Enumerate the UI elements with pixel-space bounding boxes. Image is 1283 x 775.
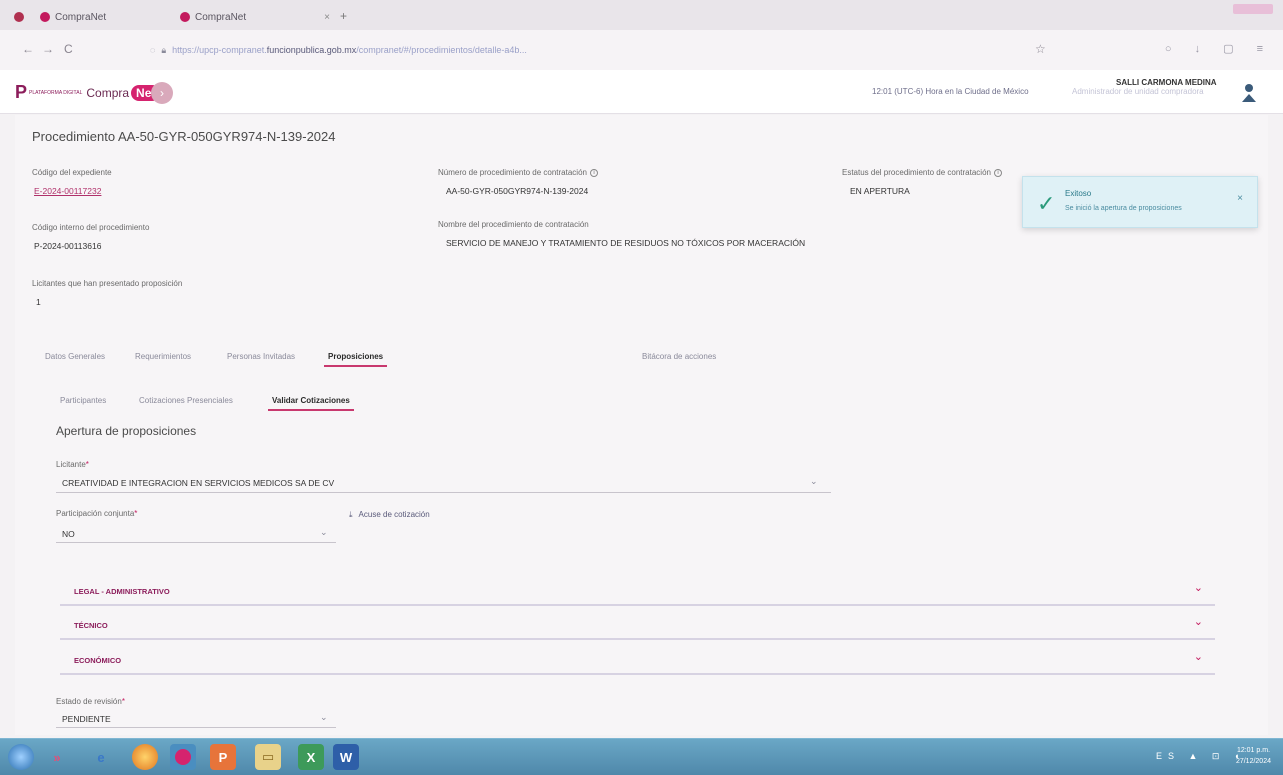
url-host: funcionpublica.gob.mx bbox=[266, 45, 357, 55]
chevron-down-icon: ⌄ bbox=[1193, 582, 1203, 594]
windows-taskbar: » e P ▭ X W ES ▲ ⊡ ◖ 12:01 p.m. 27/12/20… bbox=[0, 738, 1283, 775]
estatus-value: EN APERTURA bbox=[850, 186, 910, 196]
numero-procedimiento-value: AA-50-GYR-050GYR974-N-139-2024 bbox=[446, 186, 589, 196]
page-title: Procedimiento AA-50-GYR-050GYR974-N-139-… bbox=[32, 129, 336, 144]
address-bar[interactable]: ◌ 🔒︎ https://upcp-compranet. funcionpubl… bbox=[150, 40, 1030, 60]
compranet-favicon bbox=[180, 12, 190, 22]
participacion-label: Participación conjunta* bbox=[56, 509, 138, 518]
lock-icon: 🔒︎ bbox=[161, 44, 167, 55]
user-role: Administrador de unidad compradora bbox=[1072, 87, 1204, 96]
tab-proposiciones[interactable]: Proposiciones bbox=[323, 352, 388, 367]
excel-icon[interactable]: X bbox=[298, 744, 324, 770]
apertura-title: Apertura de proposiciones bbox=[56, 424, 197, 438]
folder-icon[interactable]: ▭ bbox=[255, 744, 281, 770]
browser-tabstrip: CompraNet × CompraNet × + bbox=[0, 0, 1283, 30]
browser-navbar: ← → C ◌ 🔒︎ https://upcp-compranet. funci… bbox=[0, 30, 1283, 70]
start-button-icon[interactable] bbox=[8, 744, 34, 770]
word-icon[interactable]: W bbox=[333, 744, 359, 770]
window-controls[interactable] bbox=[1233, 4, 1273, 14]
user-avatar-icon[interactable] bbox=[1240, 82, 1258, 104]
success-toast: ✓ Exitoso Se inició la apertura de propo… bbox=[1022, 176, 1258, 228]
toast-message: Se inició la apertura de proposiciones bbox=[1065, 205, 1182, 212]
tab-requerimientos[interactable]: Requerimientos bbox=[135, 352, 191, 361]
licitantes-value: 1 bbox=[36, 297, 41, 307]
powerpoint-icon[interactable]: P bbox=[210, 744, 236, 770]
chevron-down-icon: ⌄ bbox=[1193, 651, 1203, 663]
participacion-underline bbox=[56, 542, 336, 543]
url-suffix: /compranet/#/procedimientos/detalle-a4b.… bbox=[356, 45, 527, 55]
chrome-icon[interactable] bbox=[132, 744, 158, 770]
compranet-favicon bbox=[40, 12, 50, 22]
system-tray[interactable]: ES ▲ ⊡ ◖ bbox=[1156, 751, 1245, 762]
tab-label: CompraNet bbox=[195, 11, 247, 23]
chevron-down-icon: ⌄ bbox=[1193, 616, 1203, 628]
back-button[interactable]: ← bbox=[22, 42, 34, 56]
firefox-icon bbox=[14, 6, 30, 28]
nombre-procedimiento-label: Nombre del procedimiento de contratación bbox=[438, 220, 589, 229]
check-icon: ✓ bbox=[1037, 191, 1056, 216]
tab-personas-invitadas[interactable]: Personas Invitadas bbox=[227, 352, 295, 361]
chevron-down-icon[interactable]: ⌄ bbox=[320, 712, 328, 723]
app-header: P PLATAFORMA DIGITAL Compra Net › 12:01 … bbox=[0, 70, 1283, 114]
accordion-legal-administrativo[interactable]: LEGAL - ADMINISTRATIVO ⌄ bbox=[60, 576, 1215, 606]
browser-tab-1[interactable]: CompraNet × bbox=[40, 6, 190, 28]
menu-toggle-button[interactable]: › bbox=[151, 82, 173, 104]
toast-title: Exitoso bbox=[1065, 189, 1092, 198]
reload-button[interactable]: C bbox=[64, 42, 73, 56]
browser-tab-2[interactable]: CompraNet × bbox=[180, 6, 330, 28]
estado-underline bbox=[56, 727, 336, 728]
compranet-logo[interactable]: P PLATAFORMA DIGITAL Compra Net bbox=[15, 82, 161, 103]
subtab-validar-cotizaciones[interactable]: Validar Cotizaciones bbox=[268, 396, 354, 411]
licitantes-label: Licitantes que han presentado proposició… bbox=[32, 279, 183, 288]
tab-bitacora[interactable]: Bitácora de acciones bbox=[642, 352, 716, 361]
taskbar-clock[interactable]: 12:01 p.m. 27/12/2024 bbox=[1236, 745, 1271, 767]
close-icon[interactable]: × bbox=[1237, 193, 1243, 204]
chevron-down-icon[interactable]: ⌄ bbox=[320, 527, 328, 538]
server-clock: 12:01 (UTC-6) Hora en la Ciudad de Méxic… bbox=[872, 87, 1029, 96]
acuse-cotizacion-link[interactable]: ⤓ Acuse de cotización bbox=[349, 510, 430, 520]
estatus-label: Estatus del procedimiento de contratació… bbox=[842, 168, 1002, 177]
user-name[interactable]: SALLI CARMONA MEDINA bbox=[1116, 78, 1217, 87]
licitante-underline bbox=[56, 492, 831, 493]
close-tab-icon[interactable]: × bbox=[324, 12, 330, 23]
shield-icon: ◌ bbox=[150, 45, 156, 55]
codigo-interno-value: P-2024-00113616 bbox=[34, 241, 102, 251]
tab-datos-generales[interactable]: Datos Generales bbox=[45, 352, 105, 361]
licitante-select[interactable]: CREATIVIDAD E INTEGRACION EN SERVICIOS M… bbox=[62, 478, 334, 488]
bookmark-star-icon[interactable]: ☆ bbox=[1035, 42, 1046, 56]
accordion-tecnico[interactable]: TÉCNICO ⌄ bbox=[60, 610, 1215, 640]
numero-procedimiento-label: Número de procedimiento de contratación i bbox=[438, 168, 598, 177]
new-tab-button[interactable]: + bbox=[340, 9, 347, 23]
licitante-label: Licitante* bbox=[56, 460, 89, 469]
estado-revision-select[interactable]: PENDIENTE bbox=[62, 714, 111, 724]
subtab-participantes[interactable]: Participantes bbox=[60, 396, 106, 405]
ie-icon[interactable]: e bbox=[88, 744, 114, 770]
estado-revision-label: Estado de revisión* bbox=[56, 697, 125, 706]
accordion-economico[interactable]: ECONÓMICO ⌄ bbox=[60, 645, 1215, 675]
chevron-down-icon[interactable]: ⌄ bbox=[810, 476, 818, 487]
nombre-procedimiento-value: SERVICIO DE MANEJO Y TRATAMIENTO DE RESI… bbox=[446, 238, 806, 248]
url-prefix: https://upcp-compranet. bbox=[172, 45, 267, 55]
app-icon[interactable]: » bbox=[44, 744, 70, 770]
download-icon: ⤓ bbox=[349, 510, 353, 519]
info-icon[interactable]: i bbox=[589, 168, 598, 177]
codigo-expediente-link[interactable]: E-2024-00117232 bbox=[34, 186, 101, 196]
subtab-cotizaciones-presenciales[interactable]: Cotizaciones Presenciales bbox=[139, 396, 233, 405]
forward-button[interactable]: → bbox=[42, 42, 54, 56]
firefox-taskbar-icon[interactable] bbox=[170, 744, 196, 770]
tab-label: CompraNet bbox=[55, 11, 107, 23]
browser-toolbar-icons[interactable]: ○ ↓ ▢ ≡ bbox=[1165, 42, 1273, 55]
codigo-interno-label: Código interno del procedimiento bbox=[32, 223, 150, 232]
info-icon[interactable]: i bbox=[993, 168, 1002, 177]
codigo-expediente-label: Código del expediente bbox=[32, 168, 112, 177]
participacion-select[interactable]: NO bbox=[62, 529, 75, 539]
